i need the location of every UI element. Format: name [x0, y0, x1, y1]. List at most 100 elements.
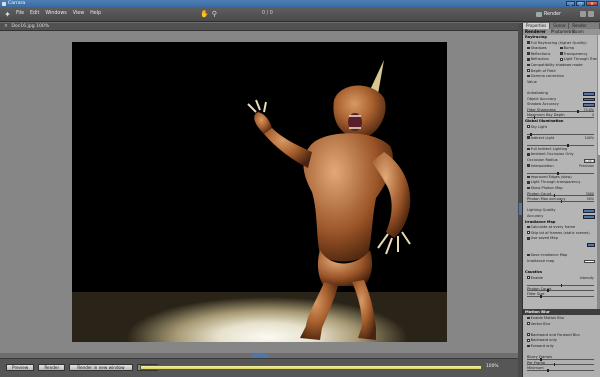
- section-label: Value: [527, 79, 537, 84]
- render-new-window-button[interactable]: Render in new window: [69, 364, 133, 371]
- minimize-button[interactable]: _: [566, 1, 575, 6]
- checkbox[interactable]: [527, 181, 530, 184]
- close-tab-icon[interactable]: ✕: [4, 24, 8, 29]
- setting-dropdown[interactable]: [583, 103, 595, 107]
- setting-dropdown[interactable]: [583, 97, 595, 102]
- help-icon[interactable]: [580, 11, 586, 17]
- setting-slider[interactable]: [527, 289, 594, 293]
- checkbox[interactable]: [527, 322, 530, 325]
- menu-edit[interactable]: Edit: [30, 11, 39, 16]
- slider-handle[interactable]: [540, 294, 542, 298]
- document-title: Doc16.jpg 100%: [11, 24, 50, 29]
- checkbox[interactable]: [527, 237, 530, 240]
- setting-slider[interactable]: [527, 132, 594, 136]
- checkbox[interactable]: [527, 316, 530, 320]
- checkbox[interactable]: [560, 46, 563, 50]
- setting-label: Skip lot of frames (static scenes): [530, 230, 590, 235]
- checkbox[interactable]: [527, 225, 530, 229]
- window-controls: _ □ ✕: [566, 1, 598, 6]
- checkbox[interactable]: [527, 63, 530, 67]
- setting-label: Full Raytracing (higher Quality): [530, 40, 587, 45]
- checkbox[interactable]: [527, 41, 530, 44]
- setting-slider[interactable]: [527, 283, 594, 287]
- setting-label: Reflections: [530, 51, 551, 56]
- render-progress-bar: [140, 365, 482, 370]
- checkbox[interactable]: [527, 69, 530, 72]
- checkbox[interactable]: [527, 344, 530, 348]
- settings-icon[interactable]: [588, 11, 594, 17]
- section-label: Global Illumination: [525, 118, 564, 123]
- setting-label: Ambient Occlusion Only: [530, 152, 574, 157]
- slider-handle[interactable]: [547, 368, 549, 372]
- checkbox[interactable]: [527, 333, 530, 337]
- hand-tool-icon[interactable]: ✋: [200, 10, 209, 18]
- app-icon: [2, 1, 6, 6]
- menu-file[interactable]: File: [16, 11, 24, 16]
- render-room-label: Render: [544, 12, 562, 17]
- checkbox[interactable]: [527, 276, 530, 279]
- setting-dropdown[interactable]: [583, 215, 595, 219]
- checkbox[interactable]: [527, 125, 530, 128]
- checkbox[interactable]: [527, 74, 530, 78]
- checkbox[interactable]: [527, 164, 530, 167]
- setting-slider[interactable]: [527, 143, 594, 147]
- setting-label: Refraction: [530, 57, 549, 62]
- setting-slider[interactable]: [527, 294, 594, 298]
- setting-slider[interactable]: [527, 363, 594, 367]
- menu-windows[interactable]: Windows: [45, 11, 66, 16]
- renderer-settings-list: Raytracing Full Raytracing (higher Qualit…: [524, 35, 599, 298]
- menu-help[interactable]: Help: [90, 11, 101, 16]
- setting-slider[interactable]: [527, 199, 594, 203]
- setting-slider[interactable]: [527, 368, 594, 372]
- setting-field[interactable]: [584, 259, 595, 264]
- rendered-image: [72, 42, 447, 342]
- menu-view[interactable]: View: [73, 11, 84, 16]
- render-control-bar: Preview Render Render in new window Stop…: [0, 358, 518, 377]
- setting-label: Transparency: [563, 51, 588, 56]
- section-label: Caustics: [525, 269, 542, 274]
- checkbox[interactable]: [560, 52, 563, 56]
- checkbox[interactable]: [527, 58, 530, 61]
- renderer-setting-row[interactable]: Filter Size: [524, 292, 597, 298]
- setting-label: Depth of Field: [530, 68, 556, 73]
- setting-label: Shadow Accuracy: [527, 102, 559, 107]
- setting-dropdown[interactable]: [583, 209, 595, 213]
- setting-slider[interactable]: [527, 194, 594, 198]
- setting-slider[interactable]: [527, 171, 594, 175]
- render-button[interactable]: Render: [38, 364, 66, 371]
- checkbox[interactable]: [527, 147, 530, 151]
- setting-slider[interactable]: [527, 357, 594, 361]
- checkbox[interactable]: [527, 253, 530, 257]
- motion-blur-settings-list: Enable Motion Blur Vector Blur Backward an…: [524, 316, 597, 372]
- checkbox[interactable]: [527, 186, 530, 190]
- maximize-button[interactable]: □: [576, 1, 585, 6]
- setting-label: Object Accuracy: [527, 96, 557, 101]
- camera-icon: [536, 12, 542, 17]
- render-room-button[interactable]: Render: [533, 10, 564, 19]
- window-title: Carrara: [8, 1, 26, 6]
- carrara-logo-icon[interactable]: ✦: [3, 10, 12, 19]
- setting-slider[interactable]: [527, 115, 594, 119]
- setting-dropdown[interactable]: [583, 91, 595, 96]
- motion-setting-row[interactable]: Minimum: [524, 366, 597, 372]
- zoom-tool-icon[interactable]: ⚲: [212, 10, 217, 18]
- document-tab[interactable]: ✕ Doc16.jpg 100%: [0, 23, 518, 31]
- checkbox[interactable]: [560, 58, 563, 61]
- close-button[interactable]: ✕: [586, 1, 598, 6]
- setting-field[interactable]: 1.00 in: [584, 159, 595, 163]
- checkbox[interactable]: [527, 46, 530, 50]
- setting-label: Indirect Light: [530, 135, 555, 140]
- checkbox[interactable]: [527, 52, 530, 56]
- setting-label: Vector Blur: [530, 321, 551, 326]
- checkbox[interactable]: [527, 153, 530, 156]
- scrollbar-thumb[interactable]: [597, 35, 600, 155]
- checkbox[interactable]: [527, 136, 530, 139]
- setting-button[interactable]: [587, 242, 595, 247]
- checkbox[interactable]: [527, 175, 530, 179]
- checkbox[interactable]: [527, 339, 530, 342]
- preview-button[interactable]: Preview: [6, 364, 35, 371]
- canvas-splitter-handle[interactable]: [252, 354, 268, 357]
- setting-slider[interactable]: [527, 110, 594, 114]
- menu-list: File Edit Windows View Help: [16, 11, 101, 16]
- checkbox[interactable]: [527, 231, 530, 235]
